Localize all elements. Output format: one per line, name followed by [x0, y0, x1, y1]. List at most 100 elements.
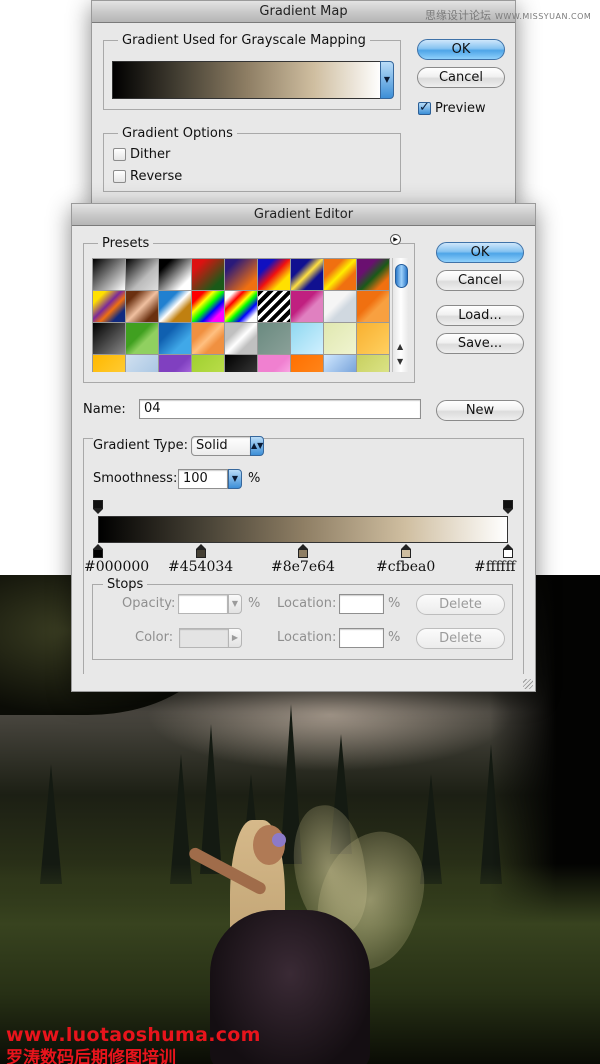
color-stop[interactable]: [298, 544, 308, 558]
preset-swatch[interactable]: [357, 355, 389, 372]
preset-swatch[interactable]: [291, 323, 323, 354]
preset-swatch[interactable]: [225, 323, 257, 354]
opacity-stop[interactable]: [93, 500, 103, 514]
preset-swatch[interactable]: [93, 259, 125, 290]
preset-swatch[interactable]: [192, 323, 224, 354]
gradient-map-cancel-button[interactable]: Cancel: [417, 67, 505, 88]
delete-color-stop-button[interactable]: Delete: [416, 628, 505, 649]
preset-swatch[interactable]: [291, 355, 323, 372]
gradient-editor-titlebar[interactable]: Gradient Editor: [72, 204, 535, 226]
preset-swatch[interactable]: [159, 323, 191, 354]
opacity-stop-tip: [93, 509, 103, 514]
preset-swatch[interactable]: [93, 355, 125, 372]
save-button[interactable]: Save...: [436, 333, 524, 354]
color-stop[interactable]: [195, 544, 206, 558]
dither-checkbox[interactable]: [113, 148, 126, 161]
preset-swatch[interactable]: [258, 291, 290, 322]
resize-grip[interactable]: [523, 679, 533, 689]
gradient-type-label: Gradient Type:: [93, 438, 192, 453]
gradient-type-stepper-icon[interactable]: ▲▼: [250, 436, 264, 456]
opacity-stop-box: [503, 500, 513, 509]
preset-swatch[interactable]: [357, 323, 389, 354]
smoothness-input[interactable]: 100: [178, 469, 228, 489]
color-stop-label: #000000: [84, 559, 150, 575]
gradient-map-ok-button[interactable]: OK: [417, 39, 505, 60]
opacity-percent: %: [248, 596, 261, 611]
preset-swatch[interactable]: [357, 259, 389, 290]
preview-checkbox[interactable]: ✓: [418, 101, 431, 115]
delete-opacity-stop-button[interactable]: Delete: [416, 594, 505, 615]
opacity-stop[interactable]: [503, 500, 513, 514]
preset-swatch[interactable]: [225, 355, 257, 372]
preset-swatch[interactable]: [324, 355, 356, 372]
preset-swatch[interactable]: [324, 259, 356, 290]
presets-menu-icon[interactable]: ▶: [390, 234, 401, 245]
preset-swatch[interactable]: [291, 259, 323, 290]
gradient-type-select[interactable]: Solid: [191, 436, 251, 456]
preset-swatch[interactable]: [159, 291, 191, 322]
name-label: Name:: [83, 402, 126, 417]
preset-swatch[interactable]: [324, 323, 356, 354]
preset-swatch[interactable]: [225, 291, 257, 322]
color-stop-box: [93, 549, 103, 558]
stage: www.luotaoshuma.com 罗涛数码后期修图培训 Gradient …: [0, 0, 600, 1064]
preset-swatch[interactable]: [225, 259, 257, 290]
preset-swatch[interactable]: [93, 323, 125, 354]
preset-swatch[interactable]: [192, 355, 224, 372]
preset-swatch[interactable]: [159, 259, 191, 290]
color-stop[interactable]: [400, 544, 411, 558]
presets-scrollbar[interactable]: ▲ ▼: [392, 258, 409, 372]
opacity-location-label: Location:: [277, 596, 337, 611]
color-swatch[interactable]: [179, 628, 229, 648]
preset-swatch[interactable]: [126, 259, 158, 290]
opacity-location-input[interactable]: [339, 594, 384, 614]
scrollbar-thumb[interactable]: [395, 264, 408, 288]
preset-swatch[interactable]: [126, 355, 158, 372]
presets-label: Presets: [102, 236, 150, 251]
opacity-stop-box: [93, 500, 103, 509]
gradient-editor-bar[interactable]: [98, 516, 508, 543]
preset-swatch[interactable]: [126, 323, 158, 354]
preset-swatch[interactable]: [324, 291, 356, 322]
preview-label: Preview: [435, 101, 486, 116]
reverse-label: Reverse: [130, 169, 183, 184]
opacity-dropdown[interactable]: ▼: [228, 594, 242, 614]
opacity-input[interactable]: [178, 594, 228, 614]
color-stop[interactable]: [93, 544, 103, 558]
name-input[interactable]: 04: [139, 399, 421, 419]
preset-swatch[interactable]: [291, 291, 323, 322]
color-stop-label: #cfbea0: [376, 559, 436, 575]
color-stop[interactable]: [503, 544, 513, 558]
gradient-picker-dropdown[interactable]: ▼: [380, 61, 394, 99]
preset-swatch[interactable]: [192, 291, 224, 322]
smoothness-dropdown[interactable]: ▼: [228, 469, 242, 489]
new-button[interactable]: New: [436, 400, 524, 421]
preset-swatch[interactable]: [258, 355, 290, 372]
preset-swatch[interactable]: [192, 259, 224, 290]
scroll-down-arrow-icon[interactable]: ▼: [397, 357, 403, 366]
color-stop-box: [400, 549, 411, 558]
gradient-mapping-label: Gradient Used for Grayscale Mapping: [122, 33, 366, 48]
watermark-chinese: 罗涛数码后期修图培训: [6, 1048, 176, 1064]
gradient-options-label: Gradient Options: [122, 126, 233, 141]
reverse-checkbox[interactable]: [113, 170, 126, 183]
gradient-editor-ok-button[interactable]: OK: [436, 242, 524, 263]
gradient-editor-cancel-button[interactable]: Cancel: [436, 270, 524, 291]
color-arrow-icon[interactable]: ▶: [228, 628, 242, 648]
preset-swatch[interactable]: [357, 291, 389, 322]
preset-swatch[interactable]: [126, 291, 158, 322]
color-stop-label: #454034: [168, 559, 234, 575]
site-watermark: 思缘设计论坛 WWW.MISSYUAN.COM: [425, 7, 591, 23]
gradient-preview-bar[interactable]: [112, 61, 382, 99]
preset-swatch[interactable]: [93, 291, 125, 322]
load-button[interactable]: Load...: [436, 305, 524, 326]
site-watermark-cn: 思缘设计论坛: [425, 9, 491, 22]
color-location-input[interactable]: [339, 628, 384, 648]
preset-swatch[interactable]: [159, 355, 191, 372]
preset-swatch[interactable]: [258, 259, 290, 290]
preset-swatch[interactable]: [258, 323, 290, 354]
smoothness-percent: %: [248, 471, 261, 486]
presets-grid: [92, 258, 390, 372]
stops-label: Stops: [107, 577, 144, 592]
scroll-up-arrow-icon[interactable]: ▲: [397, 342, 403, 351]
